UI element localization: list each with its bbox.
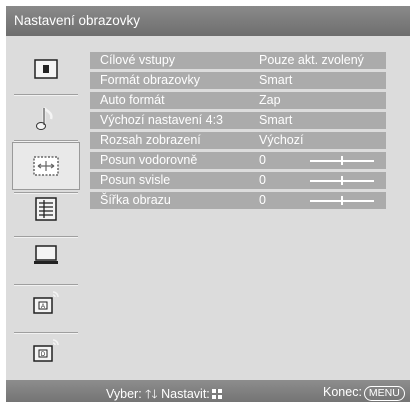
exit-hint: Konec: MENU — [323, 385, 405, 401]
setting-label: Rozsah zobrazení — [100, 133, 201, 147]
setting-value: Zap — [259, 93, 281, 107]
setting-value: Smart — [259, 73, 293, 87]
slider-thumb[interactable] — [341, 156, 343, 165]
setting-row-auto-format[interactable]: Auto formát Zap — [90, 92, 386, 109]
tv-settings-screen: Nastavení obrazovky A D Cílové vstupy Po… — [0, 0, 417, 404]
exit-label: Konec: — [323, 385, 362, 399]
setting-value: 0 — [259, 173, 266, 187]
setting-row-screen-format[interactable]: Formát obrazovky Smart — [90, 72, 386, 89]
setting-row-picture-width[interactable]: Šířka obrazu 0 — [90, 192, 386, 209]
sidebar-item-setup[interactable] — [6, 184, 86, 234]
slider-thumb[interactable] — [341, 176, 343, 185]
sidebar: A D — [6, 36, 86, 380]
svg-text:A: A — [41, 304, 45, 310]
setting-row-display-area[interactable]: Rozsah zobrazení Výchozí — [90, 132, 386, 149]
setting-label: Cílové vstupy — [100, 53, 176, 67]
sidebar-item-pc[interactable] — [6, 230, 86, 280]
setting-label: Šířka obrazu — [100, 193, 171, 207]
navigation-hint: Vyber: 🡑🡓 Nastavit: — [106, 385, 222, 406]
list-settings-icon — [35, 197, 57, 221]
page-title: Nastavení obrazovky — [14, 13, 141, 28]
v-shift-slider[interactable] — [310, 176, 374, 185]
analog-broadcast-icon: A — [33, 291, 59, 314]
slider-thumb[interactable] — [341, 196, 343, 205]
setting-label: Výchozí nastavení 4:3 — [100, 113, 223, 127]
sidebar-item-digital[interactable]: D — [6, 326, 86, 376]
picture-icon — [34, 59, 58, 79]
sidebar-item-screen[interactable] — [12, 142, 80, 190]
width-slider[interactable] — [310, 196, 374, 205]
h-shift-slider[interactable] — [310, 156, 374, 165]
setting-value: 0 — [259, 153, 266, 167]
setting-value: Pouze akt. zvolený — [259, 53, 364, 67]
svg-text:D: D — [41, 352, 46, 358]
enter-button-icon — [211, 389, 222, 399]
setting-row-v-shift[interactable]: Posun svisle 0 — [90, 172, 386, 189]
setting-row-default-43[interactable]: Výchozí nastavení 4:3 Smart — [90, 112, 386, 129]
setting-value: Smart — [259, 113, 293, 127]
arrow-down-icon: 🡓 — [151, 387, 158, 401]
menu-button[interactable]: MENU — [363, 386, 405, 401]
digital-broadcast-icon: D — [33, 339, 59, 362]
title-bar: Nastavení obrazovky — [6, 6, 410, 36]
setting-label: Posun svisle — [100, 173, 171, 187]
select-label: Vyber: — [106, 387, 142, 401]
set-label: Nastavit: — [161, 387, 210, 401]
setting-label: Auto formát — [100, 93, 165, 107]
sidebar-item-analog[interactable]: A — [6, 278, 86, 328]
setting-label: Formát obrazovky — [100, 73, 201, 87]
setting-value: Výchozí — [259, 133, 304, 147]
setting-value: 0 — [259, 193, 266, 207]
setting-row-h-shift[interactable]: Posun vodorovně 0 — [90, 152, 386, 169]
pc-screen-icon — [34, 245, 58, 264]
setting-label: Posun vodorovně — [100, 153, 198, 167]
setting-row-target-inputs[interactable]: Cílové vstupy Pouze akt. zvolený — [90, 52, 386, 69]
music-note-icon — [36, 107, 53, 130]
footer-bar: Vyber: 🡑🡓 Nastavit: Konec: MENU — [6, 380, 410, 402]
sidebar-item-picture[interactable] — [6, 44, 86, 94]
screen-adjust-icon — [33, 156, 59, 176]
sidebar-item-sound[interactable] — [6, 94, 86, 144]
sidebar-divider — [14, 140, 78, 141]
